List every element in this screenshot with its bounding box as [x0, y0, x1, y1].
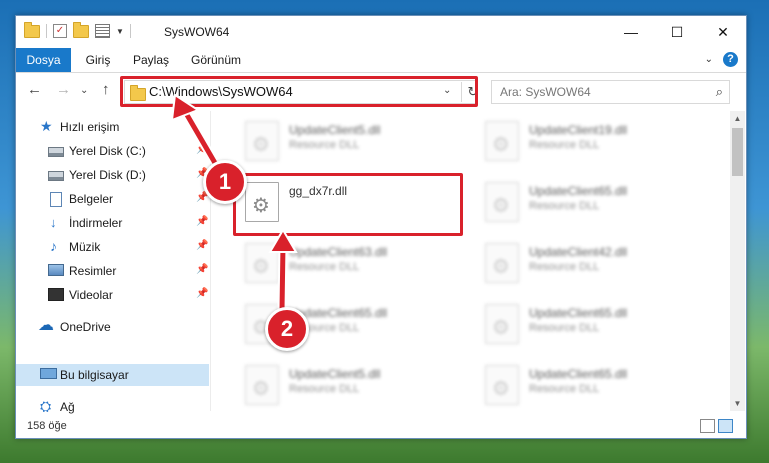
step-2-badge: 2 [265, 307, 309, 351]
annotation-arrows [170, 93, 298, 315]
step-1-badge: 1 [203, 160, 247, 204]
arrow-2-shaft [279, 242, 286, 313]
arrow-2-head [268, 228, 298, 253]
